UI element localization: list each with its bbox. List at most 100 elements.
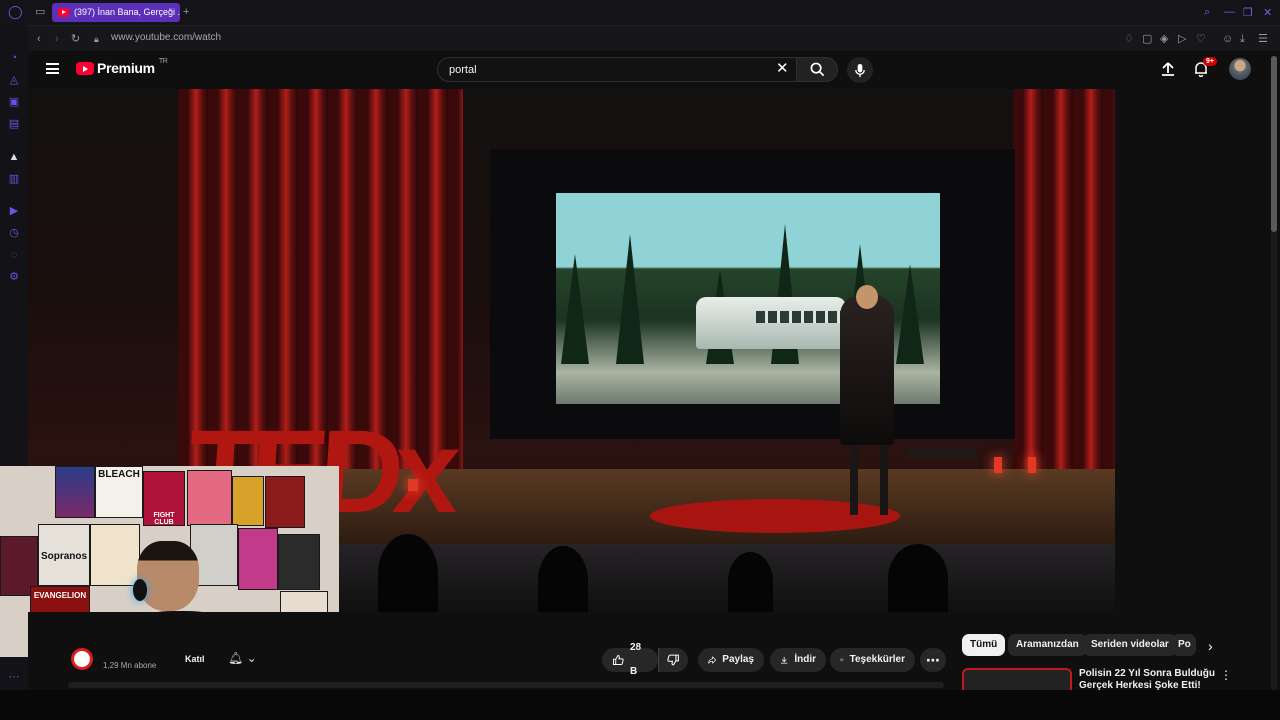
slide-tree: [561, 254, 589, 364]
upload-icon: [1162, 62, 1174, 76]
search-button[interactable]: [796, 57, 838, 82]
sidebar-wallet-icon[interactable]: ◬: [8, 74, 20, 86]
snapshot-icon[interactable]: ▢: [1142, 33, 1152, 45]
audience-head: [888, 544, 948, 612]
sidebar-twitch-icon[interactable]: ▥: [8, 173, 20, 185]
share-label: Paylaş: [722, 654, 754, 665]
scrollbar-thumb[interactable]: [1271, 56, 1277, 232]
chevron-right-icon[interactable]: ›: [1208, 638, 1213, 654]
like-icon: [613, 655, 624, 665]
curtain-right: [1013, 89, 1115, 489]
poster-sopranos: Sopranos: [38, 524, 90, 586]
sidebar-snapshot-icon[interactable]: ◌: [8, 249, 20, 261]
subscribed-bell-icon[interactable]: 🔔︎ ⌄: [228, 651, 257, 665]
browser-tab-bar: ◯ ▭ (397) İnan Bana, Gerçeği ... + ⌕ — ❐…: [0, 0, 1280, 25]
chip-from-search[interactable]: Aramanızdan: [1008, 634, 1087, 656]
close-icon[interactable]: ✕: [1263, 6, 1272, 19]
search-tabs-icon[interactable]: ⌕: [1204, 6, 1210, 19]
chip-all[interactable]: Tümü: [962, 634, 1006, 656]
join-button[interactable]: Katıl: [185, 654, 205, 664]
download-button[interactable]: İndir: [770, 648, 826, 672]
more-actions-button[interactable]: ⋯: [920, 648, 946, 672]
minimize-icon[interactable]: —: [1224, 6, 1235, 18]
menu-icon[interactable]: [46, 63, 59, 74]
like-count: 28 B: [629, 642, 642, 677]
screen-bottom-strip: [0, 690, 1280, 720]
audience-head: [728, 552, 773, 612]
candle: [408, 479, 418, 491]
sidebar-aria-icon[interactable]: ◔: [8, 52, 20, 64]
slide-bus: [696, 297, 846, 349]
poster: [232, 476, 264, 526]
audience-head: [378, 534, 438, 612]
speaker-leg: [850, 445, 858, 515]
search-icon: [810, 62, 824, 77]
new-tab-button[interactable]: +: [183, 6, 189, 18]
sidebar-history-icon[interactable]: ◷: [8, 227, 20, 239]
sidebar-more-icon[interactable]: ⋯: [8, 671, 20, 683]
chip-partial[interactable]: Po: [1172, 634, 1196, 656]
browser-tab-active[interactable]: (397) İnan Bana, Gerçeği ...: [52, 3, 180, 22]
chip-series[interactable]: Seriden videolar: [1083, 634, 1177, 656]
recommendation-thumbnail[interactable]: [962, 668, 1072, 690]
opera-logo-icon[interactable]: ◯: [8, 5, 23, 18]
poster: [55, 466, 95, 518]
slide-tree: [896, 264, 924, 364]
sidebar-app-icon[interactable]: ▤: [8, 118, 20, 130]
share-icon: [708, 656, 717, 664]
profile-icon[interactable]: ☺: [1222, 33, 1233, 45]
search-input[interactable]: portal: [437, 57, 797, 82]
upload-button[interactable]: [1160, 61, 1176, 77]
description-box-edge[interactable]: [68, 682, 944, 688]
restore-icon[interactable]: ❐: [1243, 6, 1253, 19]
reload-icon[interactable]: ↻: [71, 33, 80, 45]
sidebar-settings-icon[interactable]: ⚙: [8, 271, 20, 283]
speaker-leg: [880, 445, 888, 515]
channel-avatar[interactable]: [71, 648, 93, 670]
recommendation-menu-icon[interactable]: ⋮: [1220, 668, 1232, 682]
recommendation-title[interactable]: Polisin 22 Yıl Sonra Bulduğu Gerçek Herk…: [1079, 668, 1219, 692]
youtube-favicon-icon: [58, 8, 69, 17]
voice-search-button[interactable]: [847, 57, 873, 83]
slide-tree: [616, 234, 644, 364]
tabs-icon[interactable]: ▭: [35, 6, 45, 18]
like-button[interactable]: 28 B: [602, 642, 658, 677]
thanks-button[interactable]: $ Teşekkürler: [830, 648, 915, 672]
page-scrollbar[interactable]: [1271, 56, 1277, 690]
mic-icon: [855, 63, 865, 77]
easy-setup-icon[interactable]: ☰: [1258, 33, 1268, 45]
download-manager-icon[interactable]: ⤓: [1240, 33, 1245, 45]
forward-icon[interactable]: ›: [55, 33, 59, 45]
red-rug: [650, 499, 900, 533]
thanks-icon: $: [840, 658, 844, 662]
poster-fight-club: FIGHT CLUB: [143, 471, 185, 526]
audience-head: [538, 546, 588, 612]
back-icon[interactable]: ‹: [37, 33, 41, 45]
poster: [187, 470, 232, 526]
search-value: portal: [449, 64, 477, 76]
sidebar-player-icon[interactable]: ▶: [8, 205, 20, 217]
sidebar-messenger-icon[interactable]: ▣: [8, 96, 20, 108]
notification-badge: 9+: [1203, 57, 1217, 66]
sidebar-tiktok-icon[interactable]: ▲: [8, 151, 20, 163]
avatar[interactable]: [1229, 58, 1251, 80]
bookmark-icon[interactable]: ♢: [1124, 33, 1134, 45]
adblock-icon[interactable]: ◈: [1160, 33, 1168, 45]
url-field[interactable]: www.youtube.com/watch: [111, 32, 221, 43]
candle: [1028, 457, 1036, 473]
clear-search-icon[interactable]: ✕: [776, 61, 789, 76]
thanks-label: Teşekkürler: [849, 654, 905, 665]
download-label: İndir: [794, 654, 816, 665]
youtube-header: Premium TR portal ✕ 9+: [28, 51, 1280, 89]
dislike-button[interactable]: [658, 648, 688, 672]
dislike-icon: [667, 654, 679, 666]
address-bar: ‹ › ↻ 🔒︎ www.youtube.com/watch ♢ ▢ ◈ ▷ ♡…: [28, 25, 1280, 51]
youtube-logo-icon[interactable]: [76, 62, 94, 75]
region-code: TR: [158, 58, 168, 66]
play-icon[interactable]: ▷: [1178, 33, 1186, 45]
heart-icon[interactable]: ♡: [1196, 33, 1206, 45]
share-button[interactable]: Paylaş: [698, 648, 764, 672]
speaker-figure: [840, 285, 894, 445]
brand-logo[interactable]: Premium TR: [97, 58, 168, 76]
side-table: [906, 449, 976, 457]
